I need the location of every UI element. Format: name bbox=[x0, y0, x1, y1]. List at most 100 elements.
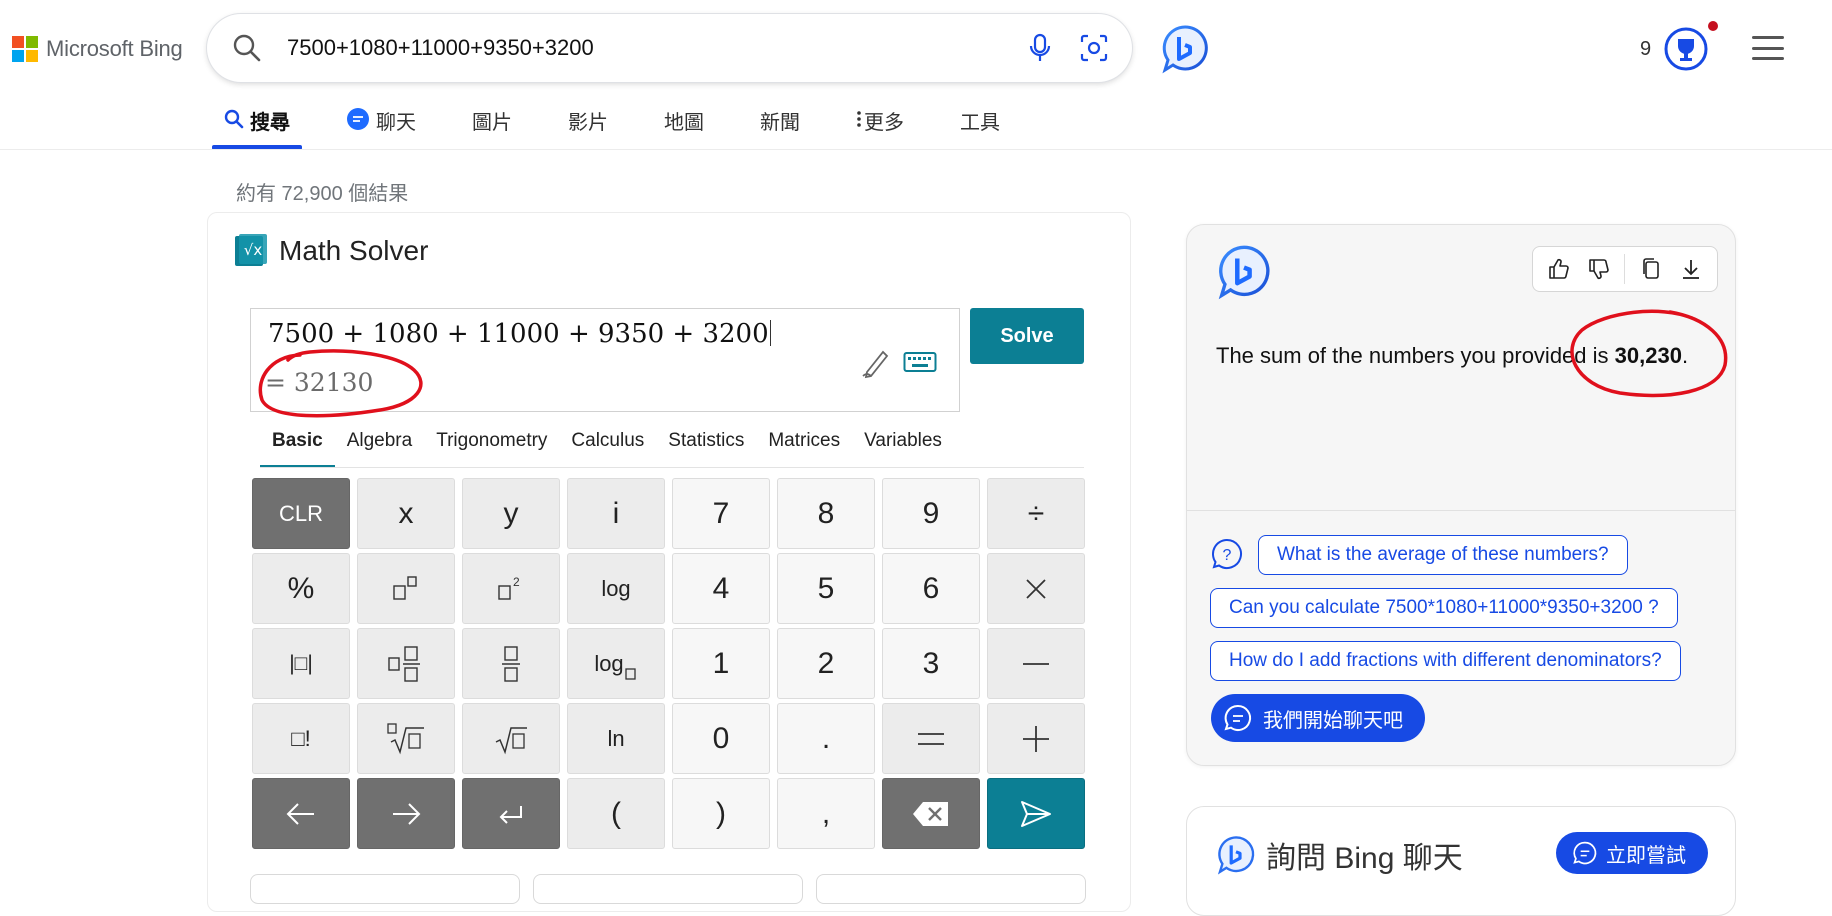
tab-more[interactable]: 更多 bbox=[856, 104, 904, 150]
thumbs-up-icon[interactable] bbox=[1544, 254, 1574, 284]
result-count: 約有 72,900 個結果 bbox=[236, 183, 409, 205]
key-close-paren[interactable]: ) bbox=[672, 778, 770, 849]
math-expression[interactable]: 7500 + 1080 + 11000 + 9350 + 3200 bbox=[268, 319, 771, 349]
tab-search[interactable]: 搜尋 bbox=[212, 104, 302, 150]
rewards-count: 9 bbox=[1640, 38, 1652, 60]
copy-icon[interactable] bbox=[1636, 254, 1666, 284]
notification-dot bbox=[1708, 21, 1718, 31]
solve-button[interactable]: Solve bbox=[970, 308, 1084, 364]
key-y[interactable]: y bbox=[462, 478, 560, 549]
tab-statistics[interactable]: Statistics bbox=[656, 426, 756, 468]
key-equals[interactable] bbox=[882, 703, 980, 774]
key-clear[interactable]: CLR bbox=[252, 478, 350, 549]
key-3[interactable]: 3 bbox=[882, 628, 980, 699]
key-5[interactable]: 5 bbox=[777, 553, 875, 624]
tab-algebra[interactable]: Algebra bbox=[335, 426, 425, 468]
download-icon[interactable] bbox=[1676, 254, 1706, 284]
handwriting-pencil-icon[interactable] bbox=[859, 346, 893, 380]
logo-text: Microsoft Bing bbox=[46, 36, 183, 61]
key-sqrt[interactable] bbox=[462, 703, 560, 774]
tab-news[interactable]: 新聞 bbox=[760, 104, 800, 150]
key-mixed-fraction[interactable] bbox=[357, 628, 455, 699]
tab-maps[interactable]: 地圖 bbox=[664, 104, 704, 150]
key-comma[interactable]: , bbox=[777, 778, 875, 849]
tab-variables[interactable]: Variables bbox=[852, 426, 954, 468]
tab-tools[interactable]: 工具 bbox=[960, 104, 1000, 150]
suggestion-chip[interactable]: Can you calculate 7500*1080+11000*9350+3… bbox=[1210, 588, 1678, 628]
search-icon[interactable] bbox=[227, 28, 267, 68]
key-left-arrow[interactable] bbox=[252, 778, 350, 849]
tab-chat[interactable]: 聊天 bbox=[346, 104, 416, 150]
key-abs[interactable]: |□| bbox=[252, 628, 350, 699]
key-fraction[interactable] bbox=[462, 628, 560, 699]
key-log[interactable]: log bbox=[567, 553, 665, 624]
keyboard-icon[interactable] bbox=[903, 349, 937, 375]
tab-images[interactable]: 圖片 bbox=[472, 104, 512, 150]
copilot-icon[interactable] bbox=[1160, 24, 1210, 74]
key-7[interactable]: 7 bbox=[672, 478, 770, 549]
footer-box[interactable] bbox=[533, 874, 803, 904]
tab-trigonometry[interactable]: Trigonometry bbox=[424, 426, 559, 468]
suggestion-chip[interactable]: How do I add fractions with different de… bbox=[1210, 641, 1681, 681]
chat-bubble-icon bbox=[1224, 704, 1252, 731]
tab-calculus[interactable]: Calculus bbox=[559, 426, 656, 468]
key-submit[interactable] bbox=[987, 778, 1085, 849]
search-box[interactable] bbox=[207, 14, 1132, 82]
rewards-trophy-icon[interactable] bbox=[1663, 26, 1709, 72]
key-open-paren[interactable]: ( bbox=[567, 778, 665, 849]
copilot-answer-card bbox=[1186, 224, 1736, 766]
key-minus[interactable] bbox=[987, 628, 1085, 699]
key-square[interactable]: 2 bbox=[462, 553, 560, 624]
key-1[interactable]: 1 bbox=[672, 628, 770, 699]
math-solver-logo-icon: √x bbox=[235, 234, 267, 268]
footer-box[interactable] bbox=[816, 874, 1086, 904]
divider bbox=[1624, 254, 1626, 284]
svg-text:2: 2 bbox=[513, 575, 520, 589]
visual-search-icon[interactable] bbox=[1078, 32, 1110, 64]
key-dot[interactable]: . bbox=[777, 703, 875, 774]
mixed-fraction-icon bbox=[388, 645, 420, 682]
key-9[interactable]: 9 bbox=[882, 478, 980, 549]
equals-icon bbox=[918, 732, 944, 745]
microphone-icon[interactable] bbox=[1024, 32, 1056, 64]
menu-icon[interactable] bbox=[1752, 36, 1784, 60]
key-divide[interactable]: ÷ bbox=[987, 478, 1085, 549]
tab-videos[interactable]: 影片 bbox=[568, 104, 608, 150]
bing-logo[interactable]: Microsoft Bing bbox=[12, 35, 183, 63]
microsoft-logo-icon bbox=[12, 36, 38, 62]
key-right-arrow[interactable] bbox=[357, 778, 455, 849]
key-6[interactable]: 6 bbox=[882, 553, 980, 624]
key-0[interactable]: 0 bbox=[672, 703, 770, 774]
search-input[interactable] bbox=[285, 34, 985, 62]
suggestion-chip[interactable]: What is the average of these numbers? bbox=[1258, 535, 1628, 575]
math-input-box[interactable]: 7500 + 1080 + 11000 + 9350 + 3200 = 3213… bbox=[250, 308, 960, 412]
question-icon: ? bbox=[1211, 538, 1243, 570]
key-plus[interactable] bbox=[987, 703, 1085, 774]
key-multiply[interactable] bbox=[987, 553, 1085, 624]
answer-actions bbox=[1532, 246, 1718, 292]
key-enter[interactable] bbox=[462, 778, 560, 849]
svg-text:√x: √x bbox=[244, 241, 263, 259]
key-8[interactable]: 8 bbox=[777, 478, 875, 549]
try-now-button[interactable]: 立即嘗試 bbox=[1556, 832, 1708, 874]
tab-matrices[interactable]: Matrices bbox=[756, 426, 852, 468]
key-percent[interactable]: % bbox=[252, 553, 350, 624]
key-4[interactable]: 4 bbox=[672, 553, 770, 624]
thumbs-down-icon[interactable] bbox=[1584, 254, 1614, 284]
key-log-base[interactable]: log bbox=[567, 628, 665, 699]
key-power[interactable] bbox=[357, 553, 455, 624]
footer-box[interactable] bbox=[250, 874, 520, 904]
enter-icon bbox=[499, 805, 522, 824]
key-nth-root[interactable] bbox=[357, 703, 455, 774]
key-ln[interactable]: ln bbox=[567, 703, 665, 774]
answer-text: The sum of the numbers you provided is 3… bbox=[1216, 343, 1689, 368]
more-vertical-icon bbox=[856, 106, 862, 132]
tab-basic[interactable]: Basic bbox=[260, 426, 335, 468]
key-backspace[interactable] bbox=[882, 778, 980, 849]
key-2[interactable]: 2 bbox=[777, 628, 875, 699]
key-i[interactable]: i bbox=[567, 478, 665, 549]
search-tabs: 搜尋 聊天 圖片 影片 地圖 新聞 更多 工具 bbox=[212, 104, 1056, 150]
key-x[interactable]: x bbox=[357, 478, 455, 549]
start-chat-button[interactable]: 我們開始聊天吧 bbox=[1211, 694, 1425, 742]
key-factorial[interactable]: □! bbox=[252, 703, 350, 774]
